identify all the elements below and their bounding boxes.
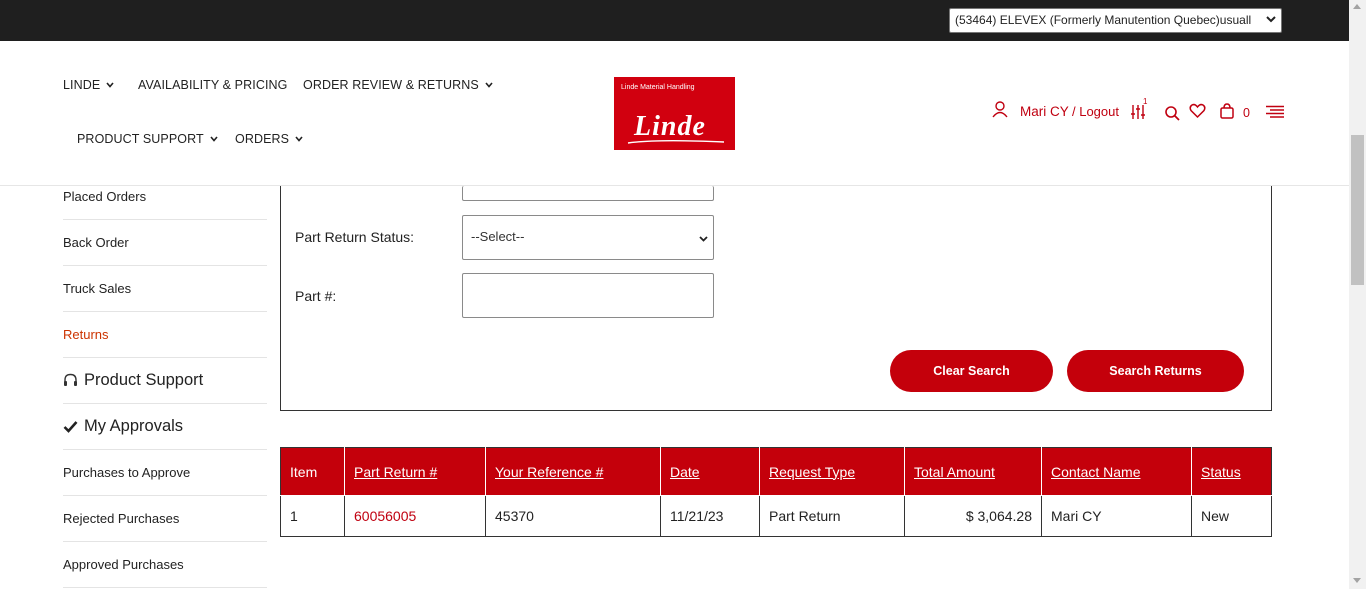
sidebar-item-label: Returns — [63, 327, 109, 342]
scrollbar-thumb[interactable] — [1351, 135, 1364, 285]
cell-contact-name: Mari CY — [1041, 495, 1192, 537]
nav-orders-label: ORDERS — [235, 132, 290, 146]
sidebar-section-label: Product Support — [84, 371, 204, 389]
nav-availability[interactable]: AVAILABILITY & PRICING — [138, 78, 287, 92]
compare-badge: 1 — [1143, 97, 1148, 106]
sidebar-item-label: Approved Purchases — [63, 557, 184, 572]
search-returns-label: Search Returns — [1109, 364, 1202, 378]
part-return-status-label: Part Return Status: — [295, 229, 415, 245]
column-header-contact-name[interactable]: Contact Name — [1041, 447, 1192, 496]
nav-order-review[interactable]: ORDER REVIEW & RETURNS — [303, 78, 493, 92]
cell-status: New — [1191, 495, 1272, 537]
chevron-down-icon — [210, 136, 218, 142]
user-name-link[interactable]: Mari CY — [1020, 104, 1069, 126]
page-scrollbar[interactable] — [1349, 0, 1366, 589]
column-header-date[interactable]: Date — [660, 447, 760, 496]
headset-icon — [64, 373, 77, 386]
cell-part-return-link[interactable]: 60056005 — [344, 495, 486, 537]
sidebar-item-placed-orders[interactable]: Placed Orders — [63, 186, 267, 220]
nav-orders[interactable]: ORDERS — [235, 132, 303, 146]
table-header-row: Item Part Return # Your Reference # Date… — [280, 447, 1272, 496]
chevron-down-icon — [106, 82, 114, 88]
checkmark-icon — [63, 421, 78, 433]
sidebar-item-label: Placed Orders — [63, 189, 147, 204]
chevron-down-icon — [699, 236, 708, 242]
chevron-down-icon — [485, 82, 493, 88]
column-header-item: Item — [280, 447, 345, 496]
cell-request-type: Part Return — [759, 495, 905, 537]
top-bar: (53464) ELEVEX (Formerly Manutention Que… — [0, 0, 1366, 41]
returns-table: Item Part Return # Your Reference # Date… — [280, 447, 1272, 537]
sidebar-item-label: Purchases to Approve — [63, 465, 191, 480]
sidebar-item-returns[interactable]: Returns — [63, 312, 267, 358]
site-header: LINDE AVAILABILITY & PRICING ORDER REVIE… — [0, 41, 1349, 186]
nav-linde[interactable]: LINDE — [63, 78, 114, 92]
search-returns-button[interactable]: Search Returns — [1067, 350, 1244, 392]
column-header-reference[interactable]: Your Reference # — [485, 447, 661, 496]
heart-icon[interactable] — [1189, 103, 1206, 119]
user-icon — [992, 101, 1008, 118]
column-header-request-type[interactable]: Request Type — [759, 447, 905, 496]
clear-search-label: Clear Search — [933, 364, 1010, 378]
logout-link[interactable]: / Logout — [1072, 104, 1119, 126]
cart-count: 0 — [1243, 106, 1250, 120]
sidebar-item-label: Rejected Purchases — [63, 511, 180, 526]
sidebar-item-label: Back Order — [63, 235, 129, 250]
sidebar-item-back-order[interactable]: Back Order — [63, 220, 267, 266]
logo-brand: Linde — [634, 111, 706, 142]
nav-order-review-label: ORDER REVIEW & RETURNS — [303, 78, 479, 92]
part-return-status-select[interactable]: --Select-- — [462, 215, 714, 260]
sidebar-item-label: Truck Sales — [63, 281, 132, 296]
search-icon[interactable] — [1164, 105, 1180, 121]
scroll-up-arrow-icon[interactable] — [1353, 4, 1361, 9]
account-select-value: (53464) ELEVEX (Formerly Manutention Que… — [955, 13, 1252, 27]
nav-product-support[interactable]: PRODUCT SUPPORT — [77, 132, 218, 146]
cell-item: 1 — [280, 495, 345, 537]
cell-total-amount: $ 3,064.28 — [904, 495, 1042, 537]
column-header-status[interactable]: Status — [1191, 447, 1272, 496]
cell-reference: 45370 — [485, 495, 661, 537]
clear-search-button[interactable]: Clear Search — [890, 350, 1053, 392]
logo-tagline: Linde Material Handling — [621, 84, 695, 91]
part-number-input[interactable] — [462, 273, 714, 318]
previous-field-input[interactable] — [462, 186, 714, 201]
cart-icon[interactable] — [1219, 103, 1235, 120]
menu-icon[interactable] — [1265, 105, 1285, 119]
column-header-total-amount[interactable]: Total Amount — [904, 447, 1042, 496]
cell-date: 11/21/23 — [660, 495, 760, 537]
part-return-status-value: --Select-- — [471, 229, 525, 244]
sidebar-item-purchases-to-approve[interactable]: Purchases to Approve — [63, 450, 267, 496]
account-select[interactable]: (53464) ELEVEX (Formerly Manutention Que… — [949, 8, 1282, 33]
nav-availability-label: AVAILABILITY & PRICING — [138, 78, 288, 92]
chevron-down-icon — [295, 136, 303, 142]
linde-logo[interactable]: Linde Material Handling Linde — [614, 77, 735, 150]
nav-linde-label: LINDE — [63, 78, 101, 92]
sidebar-section-product-support[interactable]: Product Support — [63, 358, 267, 404]
part-number-label: Part #: — [295, 288, 337, 304]
sidebar-section-my-approvals[interactable]: My Approvals — [63, 404, 267, 450]
table-row: 1 60056005 45370 11/21/23 Part Return $ … — [280, 495, 1272, 537]
sidebar-item-truck-sales[interactable]: Truck Sales — [63, 266, 267, 312]
chevron-down-icon — [1266, 16, 1276, 23]
sidebar-item-approved-purchases[interactable]: Approved Purchases — [63, 542, 267, 588]
sidebar-section-label: My Approvals — [84, 417, 184, 435]
scroll-down-arrow-icon[interactable] — [1353, 578, 1361, 583]
sidebar-item-rejected-purchases[interactable]: Rejected Purchases — [63, 496, 267, 542]
column-header-part-return[interactable]: Part Return # — [344, 447, 486, 496]
nav-product-support-label: PRODUCT SUPPORT — [77, 132, 204, 146]
